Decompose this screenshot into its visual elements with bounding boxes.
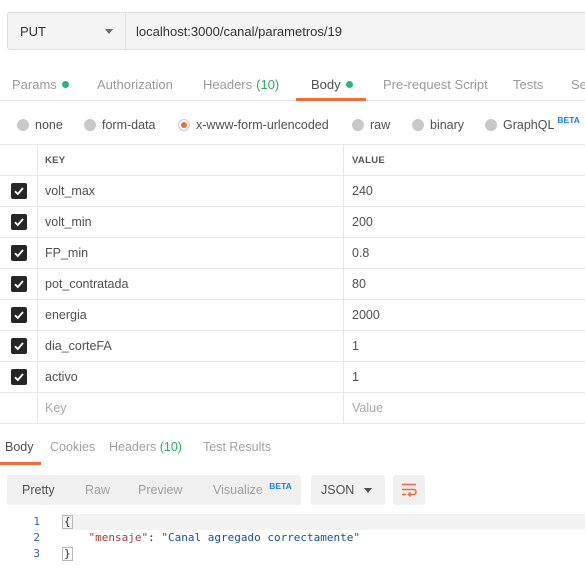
key-column-header: KEY xyxy=(38,145,344,175)
beta-badge: BETA xyxy=(269,481,292,491)
line-number: 1 xyxy=(33,515,40,528)
table-header: KEY VALUE xyxy=(0,145,585,176)
code-lines: { "mensaje": "Canal agregado correctamen… xyxy=(62,514,585,562)
response-tabs: Body Cookies Headers (10) Test Results xyxy=(0,432,585,465)
radio-x-www-form-urlencoded[interactable]: x-www-form-urlencoded xyxy=(178,118,329,132)
active-tab-indicator xyxy=(296,98,366,101)
key-cell[interactable]: energia xyxy=(38,300,344,330)
check-icon[interactable] xyxy=(10,245,27,261)
check-icon[interactable] xyxy=(10,183,27,199)
json-string-value: "Canal agregado correctamente" xyxy=(161,531,361,544)
key-cell[interactable]: activo xyxy=(38,362,344,392)
radio-circle xyxy=(485,119,497,131)
request-url-bar: PUT localhost:3000/canal/parametros/19 xyxy=(7,12,585,50)
new-key-input[interactable]: Key xyxy=(38,393,344,423)
table-row: volt_max 240 xyxy=(0,176,585,207)
view-preview-button[interactable]: Preview xyxy=(138,483,182,497)
beta-badge: BETA xyxy=(557,115,580,125)
key-cell[interactable]: FP_min xyxy=(38,238,344,268)
response-tab-headers[interactable]: Headers (10) xyxy=(109,440,182,454)
value-cell[interactable]: 1 xyxy=(344,362,585,392)
table-row: pot_contratada 80 xyxy=(0,269,585,300)
value-cell[interactable]: 2000 xyxy=(344,300,585,330)
radio-circle xyxy=(352,119,364,131)
key-cell[interactable]: dia_corteFA xyxy=(38,331,344,361)
table-row: FP_min 0.8 xyxy=(0,238,585,269)
new-value-input[interactable]: Value xyxy=(344,393,585,423)
tab-tests[interactable]: Tests xyxy=(513,77,543,92)
line-number: 3 xyxy=(33,547,40,560)
tab-settings[interactable]: Se xyxy=(571,77,585,92)
chevron-down-icon xyxy=(364,488,372,493)
table-row: volt_min 200 xyxy=(0,207,585,238)
radio-binary[interactable]: binary xyxy=(412,118,464,132)
body-type-selector: none form-data x-www-form-urlencoded raw… xyxy=(0,114,585,138)
json-close-brace: } xyxy=(62,547,73,561)
view-raw-button[interactable]: Raw xyxy=(85,483,110,497)
radio-circle xyxy=(84,119,96,131)
status-dot xyxy=(345,81,353,88)
table-row-empty: Key Value xyxy=(0,393,585,424)
code-line: { xyxy=(62,514,585,530)
line-number: 2 xyxy=(33,531,40,544)
json-colon: : xyxy=(148,531,162,544)
check-icon[interactable] xyxy=(10,338,27,354)
code-line: "mensaje": "Canal agregado correctamente… xyxy=(62,530,585,546)
tab-params[interactable]: Params xyxy=(12,77,69,92)
radio-circle-selected xyxy=(178,119,190,131)
tab-pre-request-script[interactable]: Pre-request Script xyxy=(383,77,488,92)
key-cell[interactable]: volt_max xyxy=(38,176,344,206)
table-row: energia 2000 xyxy=(0,300,585,331)
value-cell[interactable]: 1 xyxy=(344,331,585,361)
line-number-gutter: 1 2 3 xyxy=(0,514,48,562)
view-pretty-button[interactable]: Pretty xyxy=(22,483,55,497)
check-icon[interactable] xyxy=(10,276,27,292)
tab-body[interactable]: Body xyxy=(311,77,353,92)
radio-circle xyxy=(17,119,29,131)
tab-authorization[interactable]: Authorization xyxy=(97,77,173,92)
response-toolbar: Pretty Raw Preview Visualize BETA JSON xyxy=(7,475,585,505)
url-text: localhost:3000/canal/parametros/19 xyxy=(136,23,342,39)
wrap-lines-icon[interactable] xyxy=(393,475,425,505)
value-cell[interactable]: 0.8 xyxy=(344,238,585,268)
request-tabs: Params Authorization Headers (10) Body P… xyxy=(0,70,585,101)
radio-graphql[interactable]: GraphQL BETA xyxy=(485,115,580,132)
check-icon[interactable] xyxy=(10,307,27,323)
table-row: dia_corteFA 1 xyxy=(0,331,585,362)
value-cell[interactable]: 200 xyxy=(344,207,585,237)
tab-headers[interactable]: Headers (10) xyxy=(203,77,279,92)
radio-form-data[interactable]: form-data xyxy=(84,118,156,132)
key-cell[interactable]: pot_contratada xyxy=(38,269,344,299)
value-cell[interactable]: 80 xyxy=(344,269,585,299)
radio-raw[interactable]: raw xyxy=(352,118,390,132)
view-visualize-button[interactable]: Visualize BETA xyxy=(213,481,292,497)
active-tab-indicator xyxy=(0,462,41,465)
format-select[interactable]: JSON xyxy=(311,475,385,505)
status-dot xyxy=(61,81,69,88)
chevron-down-icon xyxy=(105,29,113,34)
table-row: activo 1 xyxy=(0,362,585,393)
value-column-header: VALUE xyxy=(352,154,385,166)
radio-none[interactable]: none xyxy=(17,118,63,132)
json-key: "mensaje" xyxy=(88,531,149,544)
response-tab-cookies[interactable]: Cookies xyxy=(50,440,95,454)
response-body-viewer[interactable]: 1 2 3 { "mensaje": "Canal agregado corre… xyxy=(0,514,585,566)
key-cell[interactable]: volt_min xyxy=(38,207,344,237)
response-tab-test-results[interactable]: Test Results xyxy=(203,440,271,454)
check-icon[interactable] xyxy=(10,214,27,230)
method-label: PUT xyxy=(20,23,46,39)
radio-circle xyxy=(412,119,424,131)
url-input[interactable]: localhost:3000/canal/parametros/19 xyxy=(125,12,585,50)
response-tab-body[interactable]: Body xyxy=(5,440,34,454)
check-icon[interactable] xyxy=(10,369,27,385)
value-cell[interactable]: 240 xyxy=(344,176,585,206)
method-select[interactable]: PUT xyxy=(7,12,125,50)
params-table: KEY VALUE volt_max 240 volt_min 200 FP_m… xyxy=(0,144,585,424)
json-open-brace: { xyxy=(62,515,73,529)
view-mode-group: Pretty Raw Preview Visualize BETA xyxy=(7,475,301,505)
code-line: } xyxy=(62,546,585,562)
